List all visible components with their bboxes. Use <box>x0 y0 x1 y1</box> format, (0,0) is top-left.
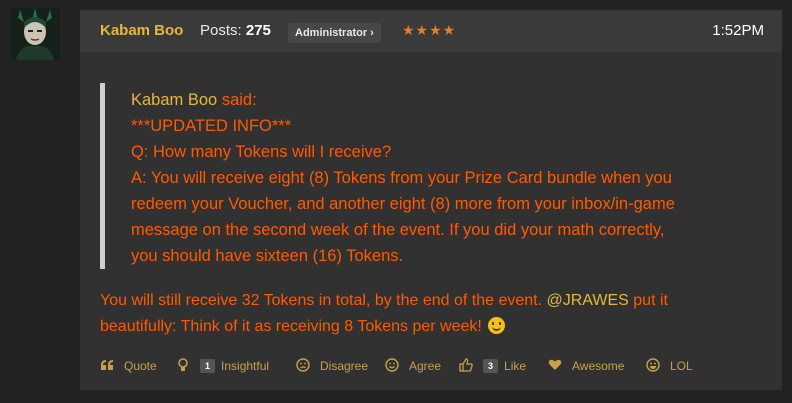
avatar-image <box>10 8 60 60</box>
insightful-count: 1 <box>200 359 216 373</box>
quote-attribution: Kabam Boo said: <box>131 87 771 113</box>
body-text-part: You will still receive 32 Tokens in tota… <box>100 292 547 309</box>
heart-icon <box>548 358 562 374</box>
quote-line: Q: How many Tokens will I receive? <box>131 143 392 161</box>
like-button[interactable]: 3 Like <box>459 357 526 375</box>
insightful-button[interactable]: 1 Insightful <box>176 357 269 375</box>
quote-line: A: You will receive eight (8) Tokens fro… <box>131 169 672 187</box>
quote-line: ***UPDATED INFO*** <box>131 117 292 135</box>
posts-count: 275 <box>245 22 271 39</box>
quote-block: Kabam Boo said: ***UPDATED INFO*** Q: Ho… <box>100 83 765 269</box>
quote-button[interactable]: Quote <box>100 357 157 375</box>
awesome-label: Awesome <box>572 359 625 373</box>
rank-stars: ★★★★ <box>402 22 457 38</box>
thumbs-up-icon <box>459 357 473 375</box>
like-label: Like <box>504 359 527 373</box>
disagree-label: Disagree <box>320 359 369 373</box>
laugh-icon <box>646 357 660 375</box>
frown-icon <box>296 357 310 375</box>
avatar[interactable] <box>10 8 60 60</box>
post-header: Kabam Boo Posts: 275 Administrator › ★★★… <box>80 10 782 52</box>
quote-line: you should have sixteen (16) Tokens. <box>131 247 404 265</box>
like-count: 3 <box>483 359 499 373</box>
post-body: You will still receive 32 Tokens in tota… <box>100 288 770 340</box>
body-line: beautifully: Think of it as receiving 8 … <box>100 314 770 340</box>
smiley-icon <box>488 317 506 334</box>
smile-icon <box>385 357 399 375</box>
quote-line: redeem your Voucher, and another eight (… <box>131 195 675 213</box>
forum-post: Kabam Boo Posts: 275 Administrator › ★★★… <box>80 10 782 390</box>
disagree-button[interactable]: Disagree <box>296 357 368 375</box>
lol-label: LOL <box>670 359 693 373</box>
body-line: You will still receive 32 Tokens in tota… <box>100 288 770 314</box>
lightbulb-icon <box>176 357 190 375</box>
user-mention[interactable]: @JRAWES <box>547 292 629 309</box>
quote-said: said: <box>217 91 257 109</box>
post-count: Posts: 275 <box>200 22 271 39</box>
agree-label: Agree <box>409 359 442 373</box>
body-text-part: beautifully: Think of it as receiving 8 … <box>100 318 487 335</box>
lol-button[interactable]: LOL <box>646 357 693 375</box>
quote-icon <box>100 359 114 374</box>
quote-label: Quote <box>124 359 157 373</box>
insightful-label: Insightful <box>221 359 270 373</box>
body-text-part: put it <box>628 292 668 309</box>
agree-button[interactable]: Agree <box>385 357 441 375</box>
author-name[interactable]: Kabam Boo <box>100 22 183 39</box>
post-time[interactable]: 1:52PM <box>712 22 764 39</box>
quote-author[interactable]: Kabam Boo <box>131 91 217 109</box>
role-badge[interactable]: Administrator › <box>288 23 381 43</box>
posts-label: Posts: <box>200 22 242 39</box>
quote-content: Kabam Boo said: ***UPDATED INFO*** Q: Ho… <box>131 87 771 269</box>
quote-line: message on the second week of the event.… <box>131 221 665 239</box>
awesome-button[interactable]: Awesome <box>548 357 624 375</box>
